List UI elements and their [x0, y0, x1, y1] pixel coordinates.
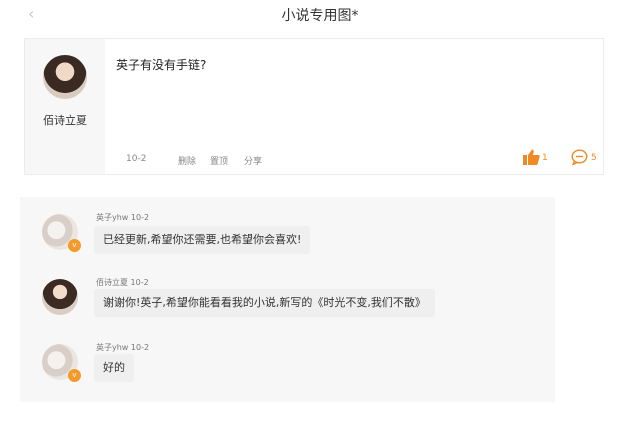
reply-bubble: 好的: [94, 354, 134, 382]
comment-count: 5: [591, 153, 597, 163]
reply-author[interactable]: 英子yhw: [96, 213, 128, 222]
reply-date: 10-2: [130, 278, 149, 287]
top-bar: ‹ 小说专用图*: [0, 0, 640, 30]
avatar[interactable]: [43, 55, 87, 99]
vip-badge-icon: v: [68, 239, 81, 252]
post-author-column: 佰诗立夏: [25, 39, 105, 174]
reply-bubble: 谢谢你!英子,希望你能看看我的小说,新写的《时光不变,我们不散》: [94, 289, 435, 317]
avatar[interactable]: [42, 279, 78, 315]
post-date: 10-2: [126, 154, 147, 164]
reply-date: 10-2: [130, 213, 150, 222]
like-count: 1: [542, 153, 548, 163]
comment-icon[interactable]: [571, 149, 588, 165]
post-card: 佰诗立夏 英子有没有手链? 10-2 删除 置顶 分享 1 5: [24, 38, 604, 175]
reply-author[interactable]: 佰诗立夏: [96, 278, 128, 287]
post-author-name[interactable]: 佰诗立夏: [25, 112, 105, 128]
reply-meta: 佰诗立夏 10-2: [96, 277, 149, 288]
post-text: 英子有没有手链?: [116, 58, 207, 72]
delete-button[interactable]: 删除: [178, 154, 196, 167]
vip-badge-icon: v: [68, 369, 81, 382]
reply-meta: 英子yhw 10-2: [96, 212, 149, 223]
share-button[interactable]: 分享: [244, 154, 262, 167]
reply-date: 10-2: [130, 343, 150, 352]
reply-meta: 英子yhw 10-2: [96, 342, 149, 353]
reply-bubble: 已经更新,希望你还需要,也希望你会喜欢!: [94, 226, 311, 254]
reply-list: v 英子yhw 10-2 已经更新,希望你还需要,也希望你会喜欢! 佰诗立夏 1…: [20, 197, 555, 402]
thumbs-up-icon[interactable]: [523, 149, 540, 165]
reply-author[interactable]: 英子yhw: [96, 343, 128, 352]
page-title: 小说专用图*: [281, 8, 359, 24]
pin-button[interactable]: 置顶: [210, 154, 228, 167]
